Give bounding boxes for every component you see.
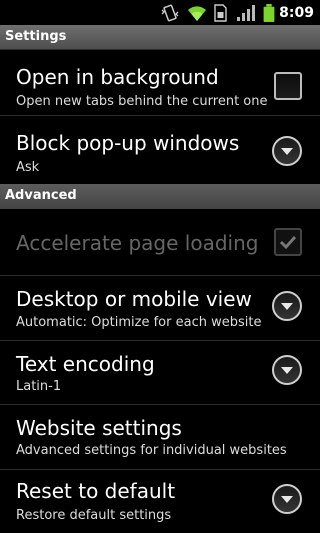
setting-summary: Ask bbox=[16, 160, 40, 175]
setting-title: Text encoding bbox=[16, 352, 155, 376]
setting-reset-to-default[interactable]: Reset to default Restore default setting… bbox=[0, 470, 320, 533]
setting-summary: Advanced settings for individual website… bbox=[16, 443, 287, 458]
chevron-down-icon bbox=[281, 496, 293, 503]
setting-title: Reset to default bbox=[16, 479, 176, 503]
reset-to-default-dropdown-button[interactable] bbox=[272, 484, 302, 514]
sim-icon bbox=[214, 4, 227, 22]
battery-icon bbox=[263, 4, 275, 22]
screen: 8:09 Settings Open in background Open ne… bbox=[0, 0, 320, 533]
setting-block-popups[interactable]: Block pop-up windows Ask bbox=[0, 116, 320, 183]
setting-title: Desktop or mobile view bbox=[16, 287, 252, 311]
open-in-background-checkbox[interactable] bbox=[274, 72, 302, 100]
setting-text-encoding[interactable]: Text encoding Latin-1 bbox=[0, 341, 320, 404]
section-label: Advanced bbox=[5, 188, 77, 203]
vibrate-icon bbox=[161, 4, 179, 22]
setting-summary: Restore default settings bbox=[16, 508, 172, 523]
setting-desktop-or-mobile-view[interactable]: Desktop or mobile view Automatic: Optimi… bbox=[0, 276, 320, 340]
status-bar: 8:09 bbox=[0, 0, 320, 25]
accelerate-page-loading-checkbox bbox=[274, 228, 302, 256]
desktop-or-mobile-dropdown-button[interactable] bbox=[272, 291, 302, 321]
title-bar: Settings bbox=[0, 25, 320, 50]
setting-title: Website settings bbox=[16, 416, 182, 440]
setting-title: Open in background bbox=[16, 65, 219, 89]
setting-open-in-background[interactable]: Open in background Open new tabs behind … bbox=[0, 50, 320, 115]
section-header-advanced: Advanced bbox=[0, 184, 320, 209]
page-title: Settings bbox=[5, 29, 67, 44]
setting-summary: Automatic: Optimize for each website bbox=[16, 315, 262, 330]
text-encoding-dropdown-button[interactable] bbox=[272, 355, 302, 385]
setting-accelerate-page-loading: Accelerate page loading bbox=[0, 210, 320, 275]
checkmark-icon bbox=[279, 235, 297, 250]
block-popups-dropdown-button[interactable] bbox=[272, 136, 302, 166]
chevron-down-icon bbox=[281, 303, 293, 310]
status-time: 8:09 bbox=[279, 5, 314, 21]
setting-title: Accelerate page loading bbox=[16, 231, 259, 255]
setting-website-settings[interactable]: Website settings Advanced settings for i… bbox=[0, 405, 320, 469]
chevron-down-icon bbox=[281, 148, 293, 155]
signal-icon bbox=[237, 5, 255, 21]
setting-summary: Open new tabs behind the current one bbox=[16, 94, 268, 109]
chevron-down-icon bbox=[281, 367, 293, 374]
setting-summary: Latin-1 bbox=[16, 379, 62, 394]
wifi-icon bbox=[188, 6, 206, 22]
setting-title: Block pop-up windows bbox=[16, 131, 240, 155]
